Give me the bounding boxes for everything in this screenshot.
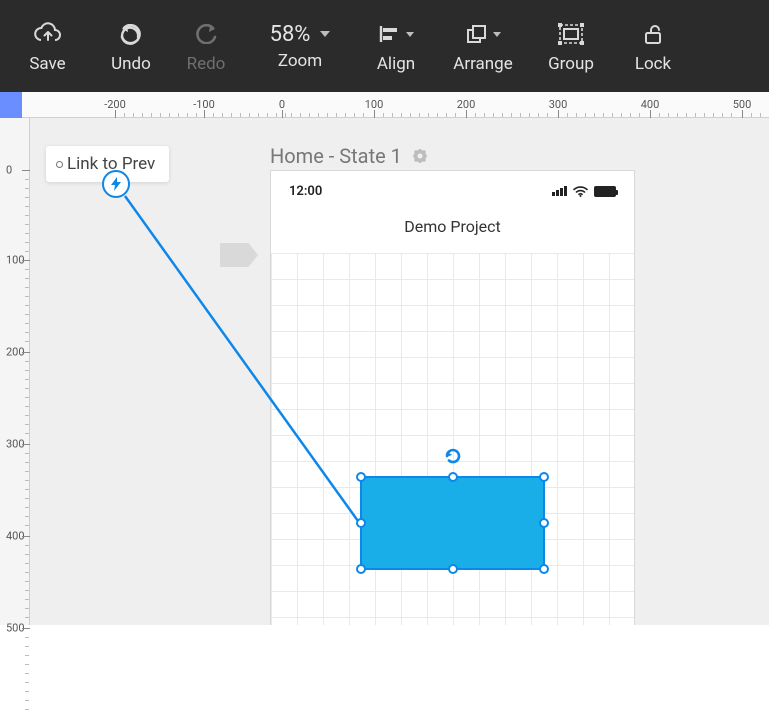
project-title: Demo Project bbox=[271, 217, 634, 236]
resize-handle-t[interactable] bbox=[448, 472, 458, 482]
resize-handle-l[interactable] bbox=[356, 518, 366, 528]
zoom-value: 58% bbox=[270, 22, 331, 47]
caret-down-icon bbox=[406, 32, 414, 37]
settings-icon[interactable] bbox=[412, 148, 428, 164]
battery-icon bbox=[594, 186, 616, 197]
resize-handle-r[interactable] bbox=[539, 518, 549, 528]
arrange-label: Arrange bbox=[453, 54, 512, 74]
redo-label: Redo bbox=[187, 54, 226, 74]
lightning-icon bbox=[109, 177, 123, 191]
status-bar: 12:00 bbox=[271, 171, 634, 211]
save-button[interactable]: Save bbox=[0, 0, 95, 92]
lock-open-icon bbox=[642, 18, 664, 50]
undo-icon bbox=[118, 18, 144, 50]
status-time: 12:00 bbox=[289, 184, 322, 199]
group-label: Group bbox=[548, 54, 594, 74]
wifi-icon bbox=[573, 186, 588, 197]
save-label: Save bbox=[29, 54, 65, 74]
selected-rectangle[interactable] bbox=[360, 476, 545, 570]
group-button[interactable]: Group bbox=[529, 0, 613, 92]
page-title[interactable]: Home - State 1 bbox=[270, 144, 428, 168]
ruler-origin-marker bbox=[0, 92, 22, 118]
anchor-dot-icon bbox=[56, 161, 63, 168]
redo-icon bbox=[193, 18, 219, 50]
caret-down-icon bbox=[493, 32, 501, 37]
vertical-ruler[interactable]: 0100200300400500 bbox=[0, 118, 30, 625]
resize-handle-tr[interactable] bbox=[539, 472, 549, 482]
align-label: Align bbox=[377, 54, 415, 74]
align-left-icon bbox=[378, 18, 414, 50]
resize-handle-b[interactable] bbox=[448, 564, 458, 574]
page-title-text: Home - State 1 bbox=[270, 144, 402, 168]
resize-handle-tl[interactable] bbox=[356, 472, 366, 482]
undo-label: Undo bbox=[111, 54, 151, 74]
status-icons bbox=[552, 186, 616, 197]
horizontal-ruler[interactable]: -200-1000100200300400500 bbox=[0, 92, 769, 118]
signal-icon bbox=[552, 186, 567, 196]
interaction-origin[interactable] bbox=[102, 170, 130, 198]
zoom-label: Zoom bbox=[278, 51, 322, 71]
cloud-upload-icon bbox=[33, 18, 63, 50]
align-button[interactable]: Align bbox=[355, 0, 437, 92]
resize-handle-bl[interactable] bbox=[356, 564, 366, 574]
caret-down-icon bbox=[320, 31, 330, 37]
lock-button[interactable]: Lock bbox=[613, 0, 693, 92]
redo-button[interactable]: Redo bbox=[167, 0, 245, 92]
undo-button[interactable]: Undo bbox=[95, 0, 167, 92]
group-icon bbox=[558, 18, 584, 50]
zoom-control[interactable]: 58% Zoom bbox=[245, 0, 355, 92]
resize-handle-br[interactable] bbox=[539, 564, 549, 574]
flow-arrow-icon[interactable] bbox=[220, 243, 258, 267]
arrange-icon bbox=[465, 18, 501, 50]
lock-label: Lock bbox=[635, 54, 671, 74]
design-canvas[interactable]: Home - State 1 Link to Prev 12:00 Demo P… bbox=[30, 118, 769, 625]
arrange-button[interactable]: Arrange bbox=[437, 0, 529, 92]
main-toolbar: Save Undo Redo 58% Zoom Align Arrange Gr… bbox=[0, 0, 769, 92]
rotate-handle[interactable] bbox=[443, 446, 463, 470]
